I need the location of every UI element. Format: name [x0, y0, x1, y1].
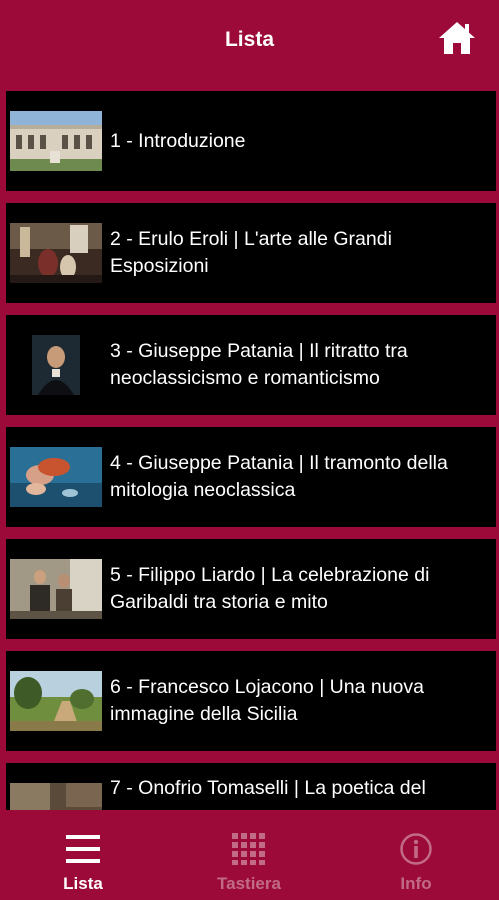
thumbnail-garibaldi	[10, 559, 102, 619]
tab-label: Lista	[63, 874, 103, 893]
top-app-bar: Lista	[0, 0, 499, 84]
thumbnail-genre-painting	[10, 783, 102, 810]
list-item-5[interactable]: 5 - Filippo Liardo | La celebrazione di …	[6, 539, 496, 639]
thumbnail-landscape	[10, 671, 102, 731]
app-screen: Lista 1 - Introduzione 2 - Erulo Eroli |…	[0, 0, 499, 900]
list-item-label: 1 - Introduzione	[110, 129, 246, 152]
home-icon	[439, 22, 475, 54]
list-item-6[interactable]: 6 - Francesco Lojacono | Una nuova immag…	[6, 651, 496, 751]
list-item-label: 6 - Francesco Lojacono | Una nuova immag…	[110, 676, 424, 725]
list-item-1[interactable]: 1 - Introduzione	[6, 91, 496, 191]
page-title: Lista	[224, 28, 274, 51]
list-item-label: 2 - Erulo Eroli | L'arte alle Grandi Esp…	[110, 228, 392, 277]
thumbnail-mythological	[10, 447, 102, 507]
list-item-3[interactable]: 3 - Giuseppe Patania | Il ritratto tra n…	[6, 315, 496, 415]
list-item-label: 3 - Giuseppe Patania | Il ritratto tra n…	[110, 340, 408, 389]
keypad-icon	[232, 833, 265, 865]
list-item-label: 7 - Onofrio Tomaselli | La poetica del	[110, 777, 426, 799]
list-item-2[interactable]: 2 - Erulo Eroli | L'arte alle Grandi Esp…	[6, 203, 496, 303]
list-icon	[66, 835, 100, 863]
thumbnail-cloister	[10, 111, 102, 171]
info-icon	[400, 833, 432, 865]
home-button[interactable]	[437, 20, 477, 56]
list-item-label: 5 - Filippo Liardo | La celebrazione di …	[110, 564, 430, 613]
tab-label: Info	[400, 874, 432, 893]
list-item-7[interactable]: 7 - Onofrio Tomaselli | La poetica del	[6, 763, 496, 810]
tab-info[interactable]: Info	[333, 812, 499, 900]
thumbnail-portrait	[10, 335, 102, 395]
tab-lista[interactable]: Lista	[0, 812, 166, 900]
list-item-4[interactable]: 4 - Giuseppe Patania | Il tramonto della…	[6, 427, 496, 527]
bottom-navigation: Lista Tastiera Info	[0, 812, 499, 900]
tab-label: Tastiera	[217, 874, 281, 893]
list-item-label: 4 - Giuseppe Patania | Il tramonto della…	[110, 452, 448, 501]
chapter-list[interactable]: 1 - Introduzione 2 - Erulo Eroli | L'art…	[6, 91, 496, 810]
tab-tastiera[interactable]: Tastiera	[166, 812, 332, 900]
thumbnail-painting-interior	[10, 223, 102, 283]
